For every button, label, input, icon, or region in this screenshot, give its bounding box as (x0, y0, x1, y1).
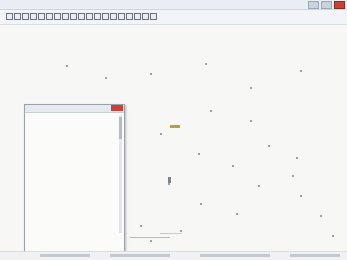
toolbar (0, 10, 347, 25)
new-icon[interactable] (6, 13, 13, 20)
point-mark (236, 213, 238, 215)
maximize-button[interactable] (321, 1, 332, 9)
point-mark (168, 183, 170, 185)
point-mark (320, 215, 322, 217)
copy-icon[interactable] (46, 13, 53, 20)
cut-icon[interactable] (38, 13, 45, 20)
point-mark (250, 120, 252, 122)
window-controls (308, 1, 345, 9)
status-segment (290, 254, 340, 257)
point-mark (300, 195, 302, 197)
help-icon[interactable] (150, 13, 157, 20)
redo-icon[interactable] (70, 13, 77, 20)
undo-icon[interactable] (62, 13, 69, 20)
scale-line (160, 233, 182, 234)
point-mark (66, 65, 68, 67)
feature-marker (168, 177, 171, 183)
dialog-scrollbar-thumb[interactable] (119, 117, 122, 139)
property-row[interactable] (29, 234, 119, 239)
point-mark (150, 240, 152, 242)
pan-icon[interactable] (86, 13, 93, 20)
zoom-icon[interactable] (94, 13, 101, 20)
dialog-close-button[interactable] (111, 105, 123, 111)
point-mark (292, 175, 294, 177)
point-mark (200, 203, 202, 205)
point-mark (205, 63, 207, 65)
dialog-title-bar[interactable] (25, 105, 124, 113)
scale-line (130, 237, 170, 238)
paste-icon[interactable] (54, 13, 61, 20)
point-mark (300, 70, 302, 72)
point-mark (332, 235, 334, 237)
close-button[interactable] (334, 1, 345, 9)
point-mark (160, 133, 162, 135)
status-segment (40, 254, 90, 257)
point-mark (268, 145, 270, 147)
point-mark (296, 157, 298, 159)
save-icon[interactable] (22, 13, 29, 20)
open-icon[interactable] (14, 13, 21, 20)
point-mark (140, 225, 142, 227)
application-window (0, 0, 347, 260)
point-mark (210, 110, 212, 112)
point-mark (150, 73, 152, 75)
color-icon[interactable] (134, 13, 141, 20)
point-mark (198, 153, 200, 155)
select-icon[interactable] (78, 13, 85, 20)
properties-dialog (24, 104, 125, 252)
point-mark (105, 77, 107, 79)
title-bar (0, 0, 347, 10)
status-segment (110, 254, 170, 257)
grid-icon[interactable] (102, 13, 109, 20)
label-icon[interactable] (118, 13, 125, 20)
point-mark (250, 87, 252, 89)
highlight-marker (170, 125, 180, 128)
point-mark (232, 165, 234, 167)
style-icon[interactable] (142, 13, 149, 20)
property-list (29, 115, 119, 240)
point-mark (258, 185, 260, 187)
point-mark (180, 230, 182, 232)
minimize-button[interactable] (308, 1, 319, 9)
layer-icon[interactable] (110, 13, 117, 20)
print-icon[interactable] (30, 13, 37, 20)
status-segment (200, 254, 270, 257)
measure-icon[interactable] (126, 13, 133, 20)
